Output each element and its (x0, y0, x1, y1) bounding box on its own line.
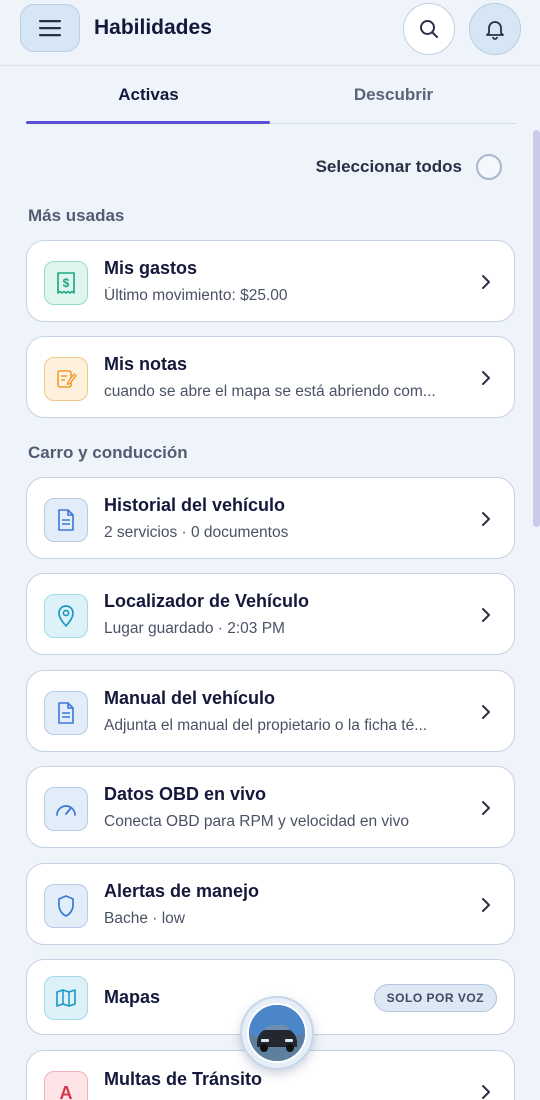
card-title: Localizador de Vehículo (104, 591, 310, 611)
chevron-right-icon (482, 801, 490, 815)
hamburger-icon (39, 20, 61, 37)
receipt-dollar-icon: $ (44, 261, 88, 305)
car-avatar-icon (247, 1003, 307, 1063)
menu-button[interactable] (20, 4, 80, 52)
section-title-carro-y-conduccion: Carro y conducción (28, 443, 188, 462)
card-title: Alertas de manejo (104, 881, 260, 901)
skill-card-localizador-de-vehiculo[interactable]: Localizador de Vehículo Lugar guardado ·… (26, 573, 515, 655)
map-icon (44, 976, 88, 1020)
scrollbar[interactable] (533, 130, 540, 527)
select-all-control[interactable]: Seleccionar todos (316, 154, 502, 180)
chevron-right-icon (482, 512, 490, 526)
card-subtitle: Lugar guardado · 2:03 PM (104, 620, 285, 637)
select-all-radio[interactable] (476, 154, 502, 180)
tab-label: Activas (118, 85, 179, 104)
speedometer-icon (44, 787, 88, 831)
card-title: Mis gastos (104, 258, 198, 278)
assistant-fab-button[interactable] (240, 996, 314, 1070)
skill-card-mis-gastos[interactable]: $ Mis gastos Último movimiento: $25.00 (26, 240, 515, 322)
card-title: Mis notas (104, 354, 188, 374)
active-tab-indicator (26, 121, 270, 124)
traffic-fine-icon: A (44, 1071, 88, 1100)
document-icon (44, 691, 88, 735)
card-title: Multas de Tránsito (104, 1069, 263, 1089)
chevron-right-icon (482, 275, 490, 289)
notifications-button[interactable] (469, 3, 521, 55)
card-title: Mapas (104, 987, 161, 1007)
card-title: Datos OBD en vivo (104, 784, 267, 804)
tab-descubrir[interactable]: Descubrir (271, 66, 516, 124)
card-subtitle: Último movimiento: $25.00 (104, 287, 288, 304)
card-subtitle: Bache · low (104, 910, 185, 927)
document-icon (44, 498, 88, 542)
bell-icon (486, 21, 504, 40)
skill-card-mis-notas[interactable]: Mis notas cuando se abre el mapa se está… (26, 336, 515, 418)
note-edit-icon (44, 357, 88, 401)
card-title: Manual del vehículo (104, 688, 276, 708)
section-title-mas-usadas: Más usadas (28, 206, 125, 225)
card-title: Historial del vehículo (104, 495, 286, 515)
location-pin-icon (44, 594, 88, 638)
card-subtitle: Conecta OBD para RPM y velocidad en vivo (104, 813, 409, 830)
card-subtitle: 2 servicios · 0 documentos (104, 524, 289, 541)
chevron-right-icon (482, 371, 490, 385)
skill-card-manual-del-vehiculo[interactable]: Manual del vehículo Adjunta el manual de… (26, 670, 515, 752)
chevron-right-icon (482, 1085, 490, 1099)
tab-activas[interactable]: Activas (26, 66, 271, 124)
skill-card-historial-del-vehiculo[interactable]: Historial del vehículo 2 servicios · 0 d… (26, 477, 515, 559)
select-all-label: Seleccionar todos (315, 157, 462, 176)
app-header: Habilidades (0, 0, 540, 66)
chevron-right-icon (482, 608, 490, 622)
card-subtitle: Adjunta el manual del propietario o la f… (104, 717, 428, 734)
skill-card-datos-obd-en-vivo[interactable]: Datos OBD en vivo Conecta OBD para RPM y… (26, 766, 515, 848)
tab-bar: Activas Descubrir (26, 66, 516, 124)
chevron-right-icon (482, 705, 490, 719)
page-title: Habilidades (94, 16, 212, 39)
chevron-right-icon (482, 898, 490, 912)
search-button[interactable] (403, 3, 455, 55)
shield-icon (44, 884, 88, 928)
search-icon (420, 20, 438, 38)
skill-card-alertas-de-manejo[interactable]: Alertas de manejo Bache · low (26, 863, 515, 945)
svg-text:$: $ (63, 276, 70, 290)
tab-label: Descubrir (353, 85, 434, 104)
card-subtitle: cuando se abre el mapa se está abriendo … (104, 383, 436, 400)
voice-only-badge: SOLO POR VOZ (373, 984, 497, 1012)
